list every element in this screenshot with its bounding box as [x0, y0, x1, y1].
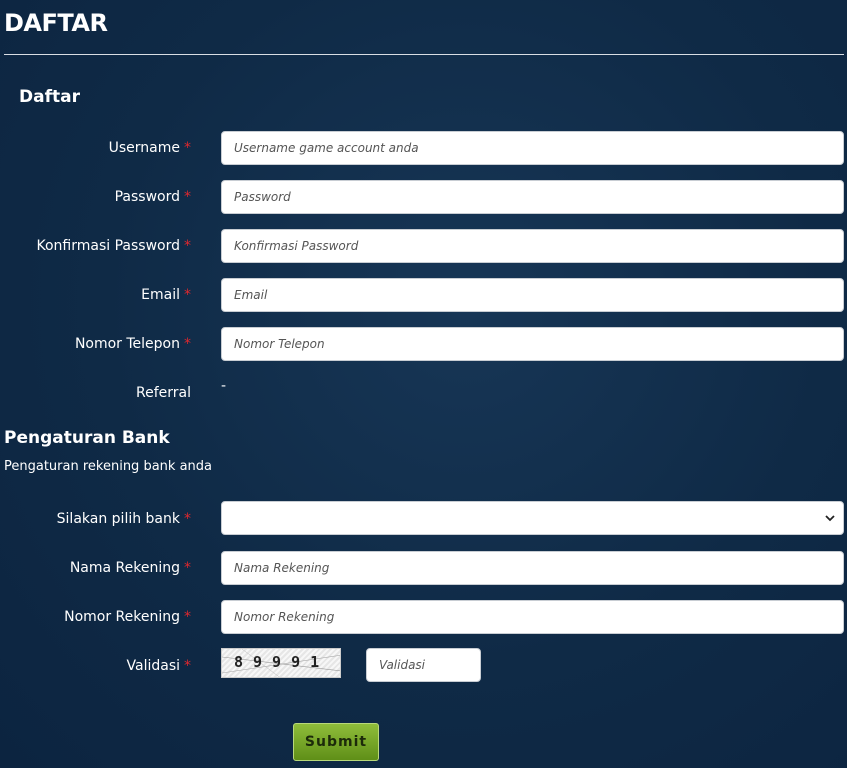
account-name-input[interactable] — [221, 551, 844, 585]
validation-input[interactable] — [366, 648, 481, 682]
captcha-text: 89991 — [234, 653, 330, 671]
username-input[interactable] — [221, 131, 844, 165]
required-marker: * — [184, 238, 191, 254]
password-input[interactable] — [221, 180, 844, 214]
required-marker: * — [184, 511, 191, 527]
validation-label-text: Validasi — [126, 658, 181, 674]
phone-label: Nomor Telepon * — [75, 327, 191, 361]
email-label-text: Email — [141, 287, 180, 303]
account-number-label: Nomor Rekening * — [64, 600, 191, 634]
password-label: Password * — [115, 180, 191, 214]
phone-label-text: Nomor Telepon — [74, 336, 180, 352]
email-input[interactable] — [221, 278, 844, 312]
validation-label: Validasi * — [127, 649, 192, 683]
account-number-input[interactable] — [221, 600, 844, 634]
required-marker: * — [184, 609, 191, 625]
chevron-down-icon — [825, 515, 835, 522]
username-label-text: Username — [108, 140, 180, 156]
required-marker: * — [184, 560, 191, 576]
page-title: DAFTAR — [4, 9, 108, 37]
account-name-label-text: Nama Rekening — [69, 560, 180, 576]
required-marker: * — [184, 140, 191, 156]
required-marker: * — [184, 658, 191, 674]
bank-section-subtitle: Pengaturan rekening bank anda — [4, 459, 212, 474]
account-number-label-text: Nomor Rekening — [64, 609, 180, 625]
bank-select-label-text: Silakan pilih bank — [56, 511, 180, 527]
referral-value: - — [221, 378, 227, 394]
confirm-password-label: Konfirmasi Password * — [37, 229, 192, 263]
confirm-password-label-text: Konfirmasi Password — [36, 238, 181, 254]
referral-label: Referral — [136, 376, 191, 410]
username-label: Username * — [109, 131, 191, 165]
submit-button[interactable]: Submit — [293, 723, 379, 761]
account-section-title: Daftar — [19, 87, 80, 107]
title-divider — [4, 54, 844, 55]
confirm-password-input[interactable] — [221, 229, 844, 263]
required-marker: * — [184, 287, 191, 303]
account-name-label: Nama Rekening * — [70, 551, 191, 585]
phone-input[interactable] — [221, 327, 844, 361]
bank-section-title: Pengaturan Bank — [4, 428, 170, 448]
bank-select[interactable] — [221, 501, 844, 535]
required-marker: * — [184, 336, 191, 352]
password-label-text: Password — [114, 189, 180, 205]
email-label: Email * — [141, 278, 191, 312]
referral-label-text: Referral — [136, 385, 191, 401]
bank-select-label: Silakan pilih bank * — [57, 502, 191, 536]
required-marker: * — [184, 189, 191, 205]
captcha-image: 89991 — [221, 648, 341, 678]
